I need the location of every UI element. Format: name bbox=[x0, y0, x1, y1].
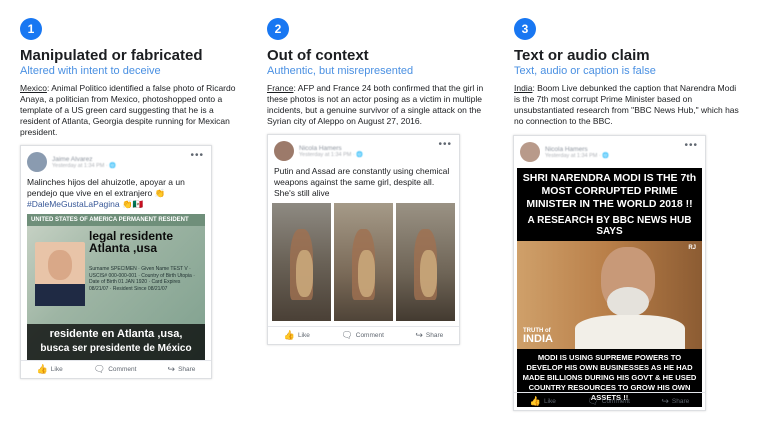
share-icon: ↪ bbox=[661, 396, 669, 406]
avatar[interactable] bbox=[27, 152, 47, 172]
description-text: : Animal Politico identified a false pho… bbox=[20, 83, 236, 137]
like-icon: 👍 bbox=[36, 364, 48, 374]
comment-label: Comment bbox=[355, 332, 384, 339]
post-actions: 👍 Like 🗨 Comment ↪ Share bbox=[268, 326, 459, 344]
column-subtitle: Text, audio or caption is false bbox=[514, 65, 656, 77]
post-header: Jaime Alvarez Yesterday at 1:34 PM · 🌐 •… bbox=[21, 146, 211, 172]
column-description: Mexico: Animal Politico identified a fal… bbox=[20, 83, 245, 138]
post-header: Nicola Hamers Yesterday at 1:34 PM · 🌐 •… bbox=[514, 136, 705, 162]
card-header: UNITED STATES OF AMERICA PERMANENT RESID… bbox=[27, 214, 205, 226]
facebook-post-manipulated: Jaime Alvarez Yesterday at 1:34 PM · 🌐 •… bbox=[20, 145, 212, 379]
column-description: India: Boom Live debunked the caption th… bbox=[514, 83, 742, 127]
claim-image[interactable]: SHRI NARENDRA MODI IS THE 7th MOST CORRU… bbox=[517, 168, 702, 407]
description-text: : Boom Live debunked the caption that Na… bbox=[514, 83, 739, 126]
card-fields: Surname SPECIMEN · Given Name TEST V · U… bbox=[89, 266, 195, 292]
claim-subheadline: A RESEARCH BY BBC NEWS HUB SAYS bbox=[527, 215, 692, 237]
post-text: Malinches hijos del ahuizotle, apoyar a … bbox=[21, 172, 211, 214]
post-author[interactable]: Jaime Alvarez bbox=[52, 156, 116, 163]
column-description: France: AFP and France 24 both confirmed… bbox=[267, 83, 492, 127]
comment-button[interactable]: 🗨 Comment bbox=[94, 364, 137, 375]
share-button[interactable]: ↪ Share bbox=[661, 396, 689, 407]
like-label: Like bbox=[50, 366, 63, 373]
post-actions: 👍 Like 🗨 Comment ↪ Share bbox=[514, 392, 705, 410]
column-out-of-context: 2 Out of context Authentic, but misrepre… bbox=[267, 18, 492, 127]
photo-grid bbox=[268, 203, 459, 321]
facebook-post-out-of-context: Nicola Hamers Yesterday at 1:34 PM · 🌐 •… bbox=[267, 134, 460, 345]
more-options-icon[interactable]: ••• bbox=[684, 140, 698, 151]
comment-icon: 🗨 bbox=[587, 396, 599, 406]
comment-button[interactable]: 🗨 Comment bbox=[341, 330, 384, 341]
photo-3[interactable] bbox=[396, 203, 455, 321]
post-actions: 👍 Like 🗨 Comment ↪ Share bbox=[21, 360, 211, 378]
source-label: Mexico bbox=[20, 83, 47, 93]
post-header: Nicola Hamers Yesterday at 1:34 PM · 🌐 •… bbox=[268, 135, 459, 161]
like-button[interactable]: 👍 Like bbox=[284, 330, 310, 341]
claim-headline: SHRI NARENDRA MODI IS THE 7th MOST CORRU… bbox=[522, 172, 697, 210]
post-author[interactable]: Nicola Hamers bbox=[545, 146, 609, 153]
facebook-post-text-claim: Nicola Hamers Yesterday at 1:34 PM · 🌐 •… bbox=[513, 135, 706, 411]
source-label: France bbox=[267, 83, 294, 93]
hashtag-link[interactable]: #DaleMeGustaLaPagina 👏🇲🇽 bbox=[27, 199, 143, 209]
like-label: Like bbox=[543, 398, 556, 405]
column-title: Text or audio claim bbox=[514, 47, 650, 64]
like-label: Like bbox=[297, 332, 310, 339]
like-icon: 👍 bbox=[529, 396, 541, 406]
share-icon: ↪ bbox=[167, 364, 176, 374]
post-timestamp: Yesterday at 1:34 PM · 🌐 bbox=[299, 151, 364, 158]
comment-button[interactable]: 🗨 Comment bbox=[587, 396, 630, 407]
share-icon: ↪ bbox=[415, 330, 423, 340]
comment-label: Comment bbox=[601, 398, 630, 405]
logo-big-text: INDIA bbox=[523, 333, 553, 345]
comment-label: Comment bbox=[108, 366, 137, 373]
caption-line-1: residente en Atlanta ,usa, bbox=[49, 328, 183, 340]
more-options-icon[interactable]: ••• bbox=[438, 139, 452, 150]
avatar[interactable] bbox=[520, 142, 540, 162]
portrait-photo: RJ TRUTH of INDIA bbox=[517, 241, 702, 349]
green-card-image[interactable]: UNITED STATES OF AMERICA PERMANENT RESID… bbox=[27, 214, 205, 360]
caption-line-2: busca ser presidente de México bbox=[40, 343, 192, 354]
like-icon: 👍 bbox=[283, 330, 295, 340]
column-manipulated: 1 Manipulated or fabricated Altered with… bbox=[20, 18, 245, 138]
post-timestamp: Yesterday at 1:34 PM · 🌐 bbox=[545, 152, 610, 159]
description-text: : AFP and France 24 both confirmed that … bbox=[267, 83, 484, 126]
photo-1[interactable] bbox=[272, 203, 331, 321]
share-label: Share bbox=[178, 366, 196, 373]
column-text-claim: 3 Text or audio claim Text, audio or cap… bbox=[514, 18, 742, 127]
share-button[interactable]: ↪ Share bbox=[168, 364, 196, 375]
comment-icon: 🗨 bbox=[93, 364, 106, 374]
share-label: Share bbox=[425, 332, 444, 339]
truth-of-india-logo: TRUTH of INDIA bbox=[523, 327, 553, 345]
post-author[interactable]: Nicola Hamers bbox=[299, 145, 363, 152]
image-caption: residente en Atlanta ,usa, busca ser pre… bbox=[27, 324, 205, 360]
more-options-icon[interactable]: ••• bbox=[190, 150, 204, 161]
portrait-photo bbox=[35, 242, 85, 306]
avatar[interactable] bbox=[274, 141, 294, 161]
step-number-badge: 2 bbox=[267, 18, 289, 40]
share-button[interactable]: ↪ Share bbox=[415, 330, 443, 341]
card-overlay-text: legal residente Atlanta ,usa bbox=[89, 229, 174, 255]
column-subtitle: Altered with intent to deceive bbox=[20, 65, 161, 77]
like-button[interactable]: 👍 Like bbox=[37, 364, 63, 375]
step-number-badge: 3 bbox=[514, 18, 536, 40]
like-button[interactable]: 👍 Like bbox=[530, 396, 556, 407]
column-title: Manipulated or fabricated bbox=[20, 47, 203, 64]
watermark-text: RJ bbox=[688, 245, 696, 251]
post-timestamp: Yesterday at 1:34 PM · 🌐 bbox=[52, 162, 117, 169]
share-label: Share bbox=[671, 398, 690, 405]
photo-2[interactable] bbox=[334, 203, 393, 321]
source-label: India bbox=[514, 83, 533, 93]
post-text: Putin and Assad are constantly using che… bbox=[274, 166, 450, 198]
column-subtitle: Authentic, but misrepresented bbox=[267, 65, 414, 77]
comment-icon: 🗨 bbox=[341, 330, 353, 340]
step-number-badge: 1 bbox=[20, 18, 42, 40]
post-body: Malinches hijos del ahuizotle, apoyar a … bbox=[27, 177, 185, 198]
column-title: Out of context bbox=[267, 47, 369, 64]
